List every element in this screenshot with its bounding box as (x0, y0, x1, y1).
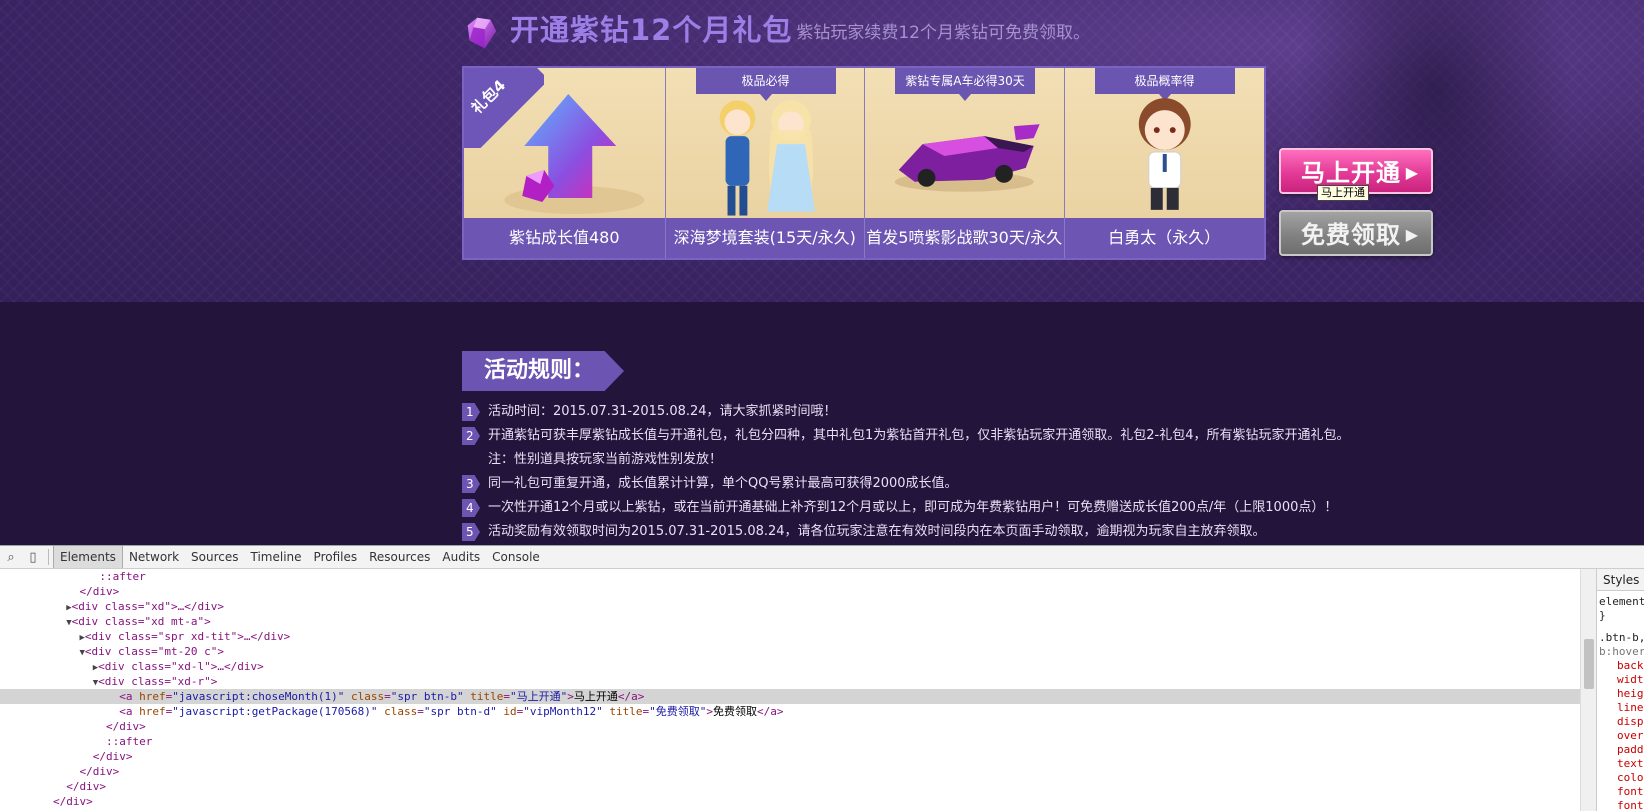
tree-line[interactable]: <a href="javascript:getPackage(170568)" … (0, 704, 1580, 719)
style-prop[interactable]: over (1599, 729, 1644, 743)
tab-profiles[interactable]: Profiles (308, 546, 364, 568)
style-spacer (1599, 623, 1644, 631)
chibi-character-image (1138, 98, 1191, 210)
style-prop[interactable]: padd (1599, 743, 1644, 757)
style-prop[interactable]: font (1599, 785, 1644, 799)
tree-line[interactable]: </div> (0, 584, 1580, 599)
gift-label: 紫钻成长值480 (464, 218, 665, 258)
style-line: .btn-b, (1599, 631, 1644, 644)
tab-network[interactable]: Network (123, 546, 185, 568)
style-prop[interactable]: disp (1599, 715, 1644, 729)
gift-label: 首发5喷紫影战歌30天/永久 (865, 218, 1064, 258)
style-prop[interactable]: back (1599, 659, 1644, 673)
tree-line[interactable]: ▶<div class="xd-l">…</div> (0, 659, 1580, 674)
tree-line[interactable]: ▼<div class="xd-r"> (0, 674, 1580, 689)
elements-scrollbar[interactable] (1580, 569, 1596, 811)
devtools-toolbar: ⌕ ▯ Elements Network Sources Timeline Pr… (0, 545, 1644, 569)
button-tooltip: 马上开通 (1317, 185, 1369, 201)
rule-number: 3 (462, 475, 480, 493)
rule-text: 注：性别道具按玩家当前游戏性别发放！ (488, 452, 723, 467)
rule-text: 活动时间：2015.07.31-2015.08.24，请大家抓紧时间哦！ (488, 404, 837, 419)
gift-label: 深海梦境套装(15天/永久) (665, 218, 864, 258)
gift-item-car: 紫钻专属A车必得30天 首发5喷紫影战歌30天/永久 (865, 68, 1065, 258)
tree-line[interactable]: </div> (0, 719, 1580, 734)
tree-line[interactable]: ▼<div class="mt-20 c"> (0, 644, 1580, 659)
rule-text: 开通紫钻可获丰厚紫钻成长值与开通礼包，礼包分四种，其中礼包1为紫钻首开礼包，仅非… (488, 428, 1350, 443)
tree-line[interactable]: </div> (0, 794, 1580, 809)
tree-line[interactable]: </div> (0, 749, 1580, 764)
tree-line[interactable]: </div> (0, 764, 1580, 779)
gift-package-panel: 礼包4 紫钻成长值480 极品必得 深海梦境套装(15天/永久) 紫钻专属A车必… (462, 66, 1266, 260)
tree-line-selected[interactable]: <a href="javascript:choseMonth(1)" class… (0, 689, 1580, 704)
rule-item: 3 同一礼包可重复开通，成长值累计计算，单个QQ号累计最高可获得2000成长值。 (462, 472, 1462, 496)
free-claim-button[interactable]: 免费领取 ▶ (1279, 210, 1433, 256)
open-now-label: 马上开通 (1301, 159, 1401, 187)
tree-line[interactable]: ::after (0, 569, 1580, 584)
tab-console[interactable]: Console (486, 546, 546, 568)
style-prop[interactable]: text (1599, 757, 1644, 771)
chevron-right-icon: ▶ (1405, 163, 1419, 182)
gift-item-character: 极品概率得 白勇太（永久） (1064, 68, 1264, 258)
rule-item: 1 活动时间：2015.07.31-2015.08.24，请大家抓紧时间哦！ (462, 400, 1462, 424)
rule-number: 1 (462, 403, 480, 421)
page-subtitle: 紫钻玩家续费12个月紫钻可免费领取。 (796, 23, 1090, 43)
tab-styles[interactable]: Styles (1597, 569, 1644, 591)
style-line: element (1599, 595, 1644, 608)
web-page: 开通紫钻12个月礼包 紫钻玩家续费12个月紫钻可免费领取。 礼包4 紫钻成长值4… (0, 0, 1644, 545)
tab-audits[interactable]: Audits (436, 546, 486, 568)
style-prop[interactable]: font (1599, 799, 1644, 811)
tree-line[interactable]: </div> (0, 779, 1580, 794)
style-prop[interactable]: widt (1599, 673, 1644, 687)
race-car-image (894, 124, 1040, 192)
style-line: b:hover (1599, 645, 1644, 658)
tab-resources[interactable]: Resources (363, 546, 436, 568)
free-claim-label: 免费领取 (1301, 221, 1401, 249)
inspect-search-icon[interactable]: ⌕ (0, 546, 22, 568)
rule-note: 注：性别道具按玩家当前游戏性别发放！ (462, 448, 1462, 472)
purple-diamond-icon (467, 17, 497, 49)
styles-pane: Styles element } .btn-b, b:hover back wi… (1596, 569, 1644, 811)
package-title-row: 开通紫钻12个月礼包 紫钻玩家续费12个月紫钻可免费领取。 (462, 8, 1090, 52)
elements-tree[interactable]: ::after </div> ▶<div class="xd">…</div> … (0, 569, 1580, 811)
rule-number: 2 (462, 427, 480, 445)
growth-arrow-icon (504, 94, 645, 214)
tree-line[interactable]: ::after (0, 734, 1580, 749)
styles-body: element } .btn-b, b:hover back widt heig… (1597, 591, 1644, 811)
tree-line[interactable]: ▶<div class="xd">…</div> (0, 599, 1580, 614)
device-mode-icon[interactable]: ▯ (22, 546, 44, 568)
rule-item: 4 一次性开通12个月或以上紫钻，或在当前开通基础上补齐到12个月或以上，即可成为… (462, 496, 1462, 520)
rule-text: 一次性开通12个月或以上紫钻，或在当前开通基础上补齐到12个月或以上，即可成为年… (488, 500, 1338, 515)
chevron-right-icon: ▶ (1405, 225, 1419, 244)
rule-text: 同一礼包可重复开通，成长值累计计算，单个QQ号累计最高可获得2000成长值。 (488, 476, 958, 491)
tab-timeline[interactable]: Timeline (245, 546, 308, 568)
gift-label: 白勇太（永久） (1064, 218, 1264, 258)
rules-heading: 活动规则： (462, 351, 624, 391)
rule-text: 活动奖励有效领取时间为2015.07.31-2015.08.24，请各位玩家注意… (488, 524, 1266, 539)
rules-list: 1 活动时间：2015.07.31-2015.08.24，请大家抓紧时间哦！ 2开… (462, 400, 1462, 544)
page-title: 开通紫钻12个月礼包 (510, 13, 793, 47)
rule-number: 5 (462, 523, 480, 541)
couple-outfit-image (719, 100, 815, 216)
style-line: } (1599, 609, 1606, 622)
tree-line[interactable]: ▼<div class="xd mt-a"> (0, 614, 1580, 629)
rule-number: 4 (462, 499, 480, 517)
tab-elements[interactable]: Elements (53, 546, 123, 568)
tree-line[interactable]: ▶<div class="spr xd-tit">…</div> (0, 629, 1580, 644)
tab-sources[interactable]: Sources (185, 546, 244, 568)
style-prop[interactable]: line (1599, 701, 1644, 715)
rule-item: 2 开通紫钻可获丰厚紫钻成长值与开通礼包，礼包分四种，其中礼包1为紫钻首开礼包，仅… (462, 424, 1462, 448)
gift-item-growth: 礼包4 紫钻成长值480 (464, 68, 666, 258)
toolbar-divider (48, 549, 49, 565)
rule-item: 5 活动奖励有效领取时间为2015.07.31-2015.08.24，请各位玩家注… (462, 520, 1462, 544)
scrollbar-thumb[interactable] (1584, 639, 1594, 689)
style-prop[interactable]: colo (1599, 771, 1644, 785)
devtools-panel: ⌕ ▯ Elements Network Sources Timeline Pr… (0, 545, 1644, 811)
gift-item-outfit: 极品必得 深海梦境套装(15天/永久) (665, 68, 865, 258)
style-prop[interactable]: heig (1599, 687, 1644, 701)
